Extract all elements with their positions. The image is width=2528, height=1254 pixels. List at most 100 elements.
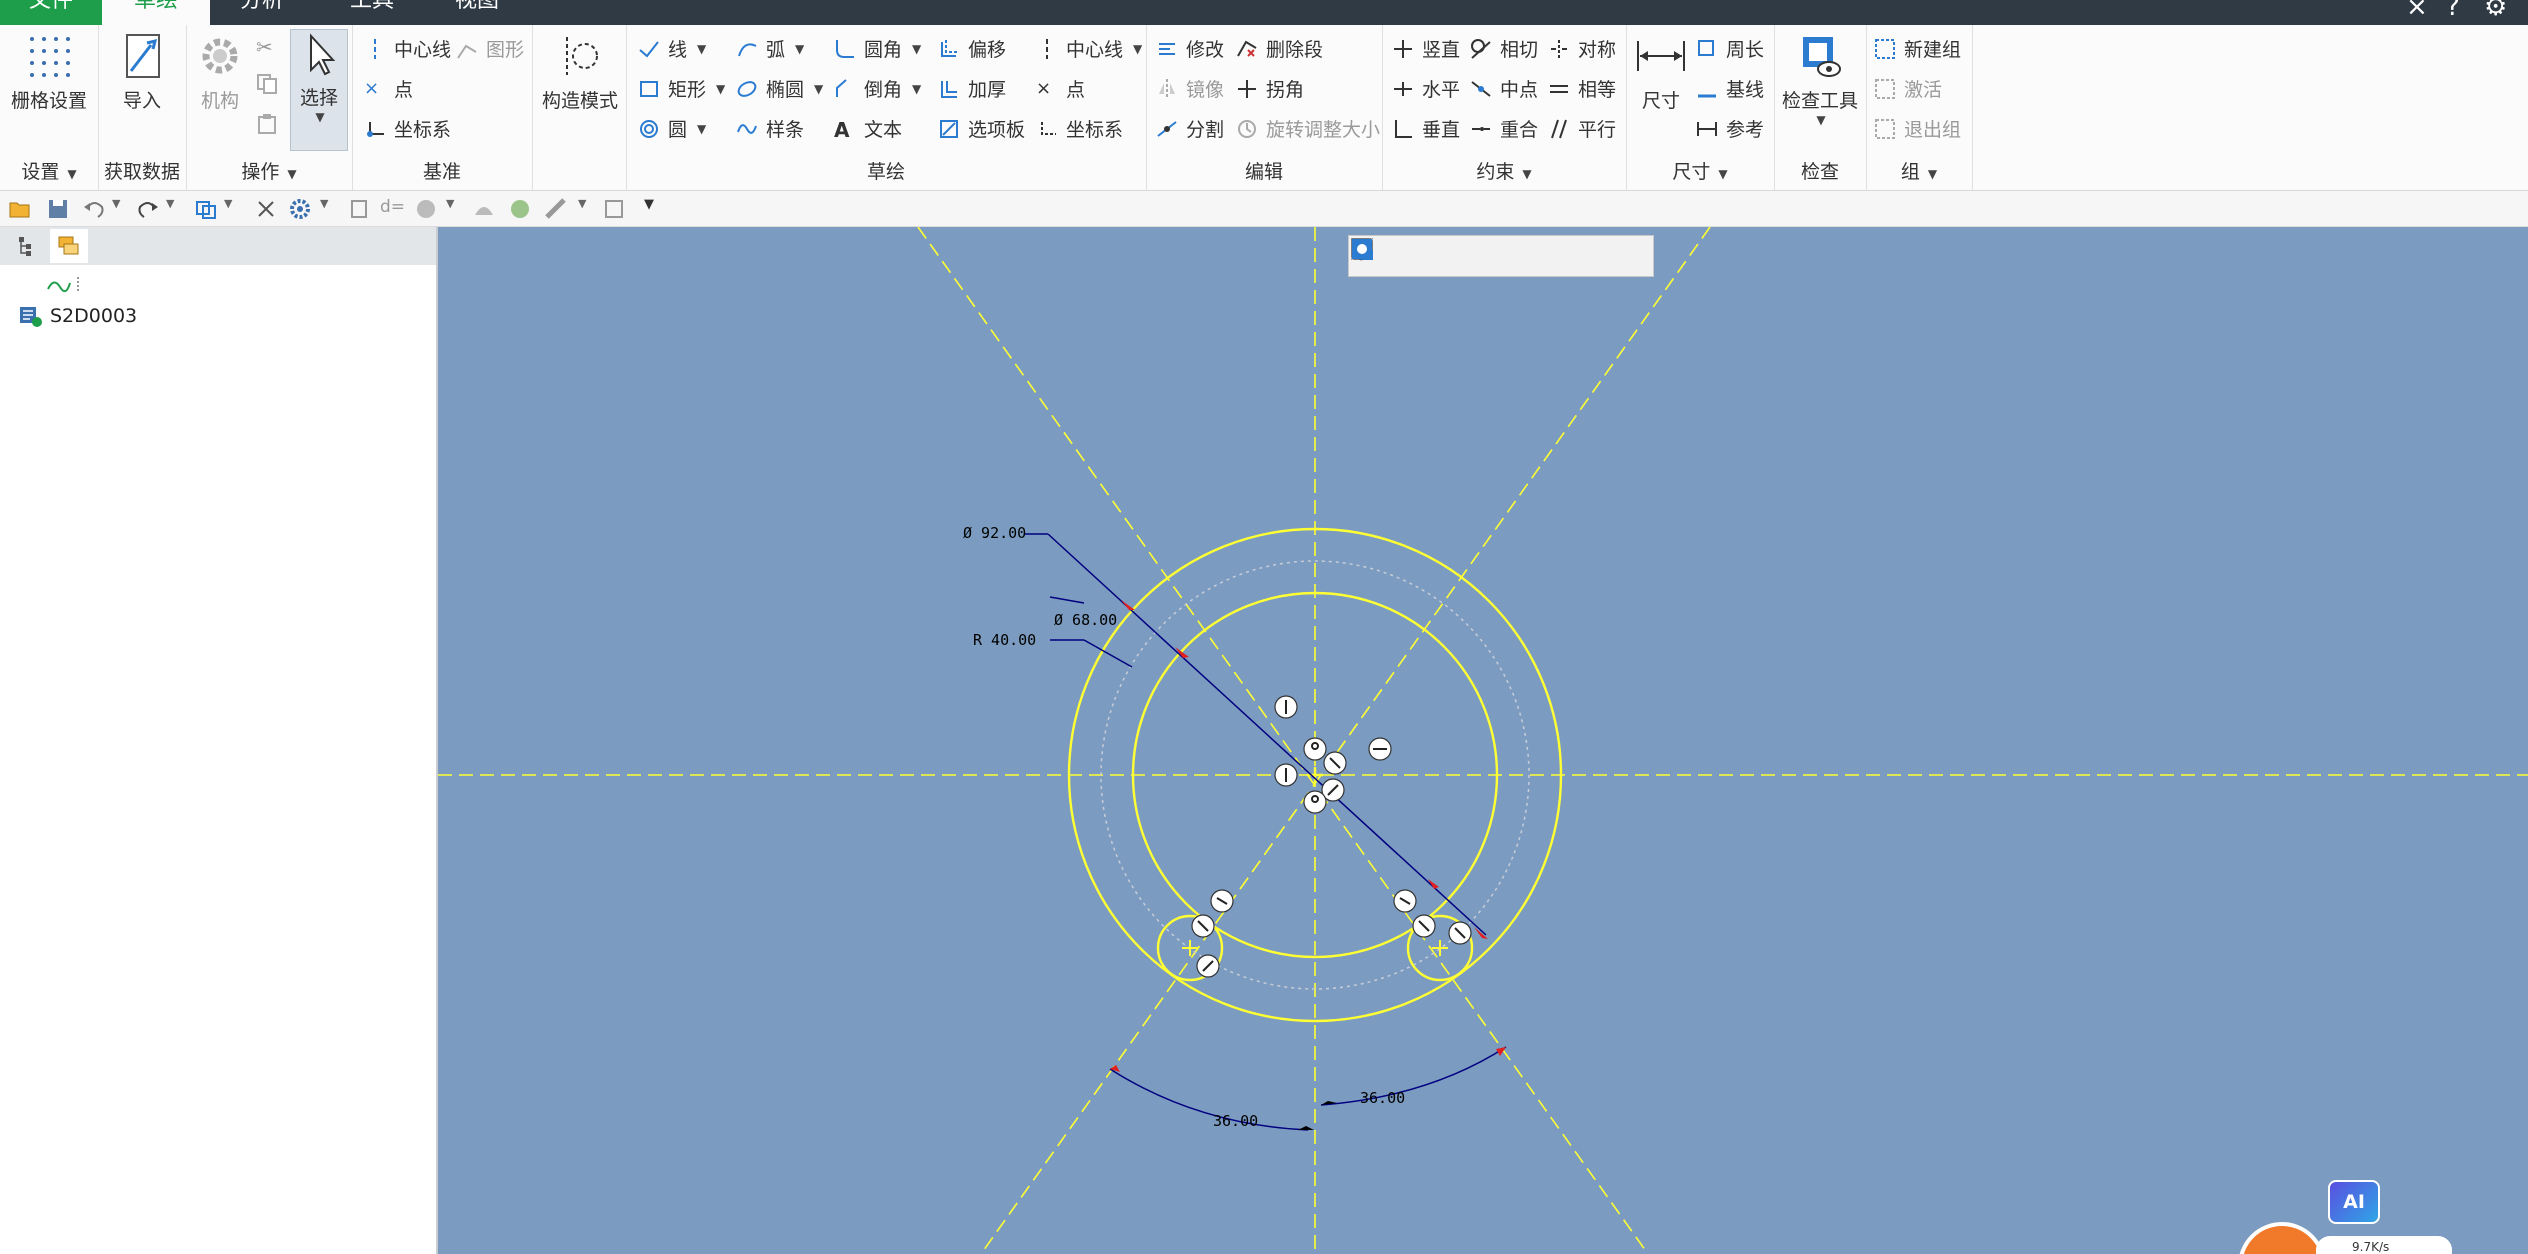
csys2-button[interactable]: 坐标系 [1036,115,1123,142]
mirror-button[interactable]: 镜像 [1156,75,1224,102]
coincident-button[interactable]: 重合 [1470,115,1538,142]
point-button[interactable]: × 点 [364,75,413,102]
spline-button[interactable]: 样条 [736,115,804,142]
undo-icon[interactable] [82,197,106,221]
display-filters-icon[interactable] [1349,236,1375,262]
perpendicular-button[interactable]: 垂直 [1392,115,1460,142]
tangent-button[interactable]: 相切 [1470,35,1538,62]
relations-icon[interactable]: d= [380,197,405,221]
sketch-feature-icon[interactable] [44,273,84,297]
chevron-down-icon[interactable]: ▼ [446,197,470,221]
import-button[interactable]: 导入 [112,31,172,113]
parallel-button[interactable]: 平行 [1548,115,1616,142]
render-icon[interactable] [508,197,532,221]
angle-arc-left[interactable] [1109,1068,1309,1131]
symmetric-button[interactable]: 对称 [1548,35,1616,62]
open-icon[interactable] [8,197,32,221]
equal-button[interactable]: 相等 [1548,75,1616,102]
dim-angle-right[interactable]: 36.00 [1360,1089,1405,1107]
redo-icon[interactable] [136,197,160,221]
dimension-button[interactable]: 尺寸 [1632,31,1690,113]
horizontal-button[interactable]: 水平 [1392,75,1460,102]
chevron-down-icon[interactable]: ▼ [578,197,602,221]
diameter-leader[interactable] [1047,533,1487,936]
group-constrain-label[interactable]: 约束 ▼ [1382,157,1626,184]
new-group-button[interactable]: 新建组 [1874,35,1961,62]
dim-diameter-92[interactable]: Ø 92.00 [963,524,1026,542]
construction-mode-button[interactable]: 构造模式 [540,31,620,113]
customize-toolbar-icon[interactable]: ▼ [644,197,668,221]
select-button[interactable]: 选择 ▼ [290,29,348,151]
dim-diameter-68[interactable]: Ø 68.00 [1054,611,1117,629]
chevron-down-icon[interactable]: ▼ [320,197,344,221]
group-group-label[interactable]: 组 ▼ [1866,157,1972,184]
tab-tools[interactable]: 工具 [350,0,410,25]
centerline2-button[interactable]: 中心线 ▼ [1036,35,1142,62]
sphere-icon[interactable] [414,197,438,221]
group-setup-label[interactable]: 设置 ▼ [0,157,98,184]
geometry-button[interactable]: 图形 [456,35,524,62]
rotate-resize-button[interactable]: 旋转调整大小 [1236,115,1380,142]
paste-icon[interactable] [256,113,278,135]
chevron-down-icon[interactable]: ▼ [166,197,190,221]
arc-button[interactable]: 弧 ▼ [736,35,804,62]
ellipse-button[interactable]: 椭圆 ▼ [736,75,823,102]
sketch-drawing[interactable]: Ø 92.00 Ø 68.00 R 40.00 36.00 36.00 [438,227,2528,1254]
tree-item-s2d0003[interactable]: S2D0003 [18,303,137,329]
perimeter-button[interactable]: 周长 [1696,35,1764,62]
palette-button[interactable]: 选项板 [938,115,1025,142]
chamfer-button[interactable]: 倒角 ▼ [834,75,921,102]
graphics-window[interactable]: Ø 92.00 Ø 68.00 R 40.00 36.00 36.00 AI 9… [438,227,2528,1254]
measure-icon[interactable] [544,197,568,221]
layer-tree-tab[interactable] [50,229,88,263]
settings-icon[interactable] [288,197,312,221]
close-icon[interactable]: × [2406,0,2428,22]
corner-button[interactable]: 拐角 [1236,75,1304,102]
close-window-icon[interactable] [254,197,278,221]
cut-icon[interactable]: ✂ [256,35,278,59]
dim-radius-40[interactable]: R 40.00 [973,631,1036,649]
dim-angle-left[interactable]: 36.00 [1213,1112,1258,1130]
save-icon[interactable] [46,197,70,221]
centerline-button[interactable]: 中心线 [364,35,451,62]
tab-sketch[interactable]: 草绘 [102,0,210,25]
modify-button[interactable]: 修改 [1156,35,1224,62]
group-dimension-label[interactable]: 尺寸 ▼ [1626,157,1774,184]
tree-structure-icon[interactable] [16,235,38,257]
group-operations-label[interactable]: 操作 ▼ [186,157,352,184]
offset-button[interactable]: 偏移 [938,35,1006,62]
delete-segment-button[interactable]: 删除段 [1236,35,1323,62]
angle-arc-right[interactable] [1320,1046,1507,1106]
diagonal-centerline-left[interactable] [917,227,1649,1254]
divide-button[interactable]: 分割 [1156,115,1224,142]
thicken-button[interactable]: 加厚 [938,75,1006,102]
point2-button[interactable]: × 点 [1036,75,1085,102]
grid-settings-button[interactable]: 栅格设置 [6,31,92,113]
tab-view[interactable]: 视图 [455,0,515,25]
reference-button[interactable]: 参考 [1696,115,1764,142]
copy-icon[interactable] [256,73,278,95]
rectangle-button[interactable]: 矩形 ▼ [638,75,725,102]
tab-analysis[interactable]: 分析 [240,0,300,25]
inspect-tools-button[interactable]: 检查工具 ▼ [1778,31,1862,127]
mechanism-button[interactable]: 机构 [192,31,248,113]
ai-assistant-button[interactable]: AI [2328,1180,2380,1224]
vertical-button[interactable]: 竖直 [1392,35,1460,62]
diagonal-centerline-right[interactable] [980,227,1711,1254]
layer-icon[interactable] [348,197,372,221]
network-widget[interactable]: 9.7K/s [2238,1222,2528,1254]
chevron-down-icon[interactable]: ▼ [224,197,248,221]
midpoint-button[interactable]: 中点 [1470,75,1538,102]
activate-button[interactable]: 激活 [1874,75,1942,102]
baseline-button[interactable]: 基线 [1696,75,1764,102]
settings-icon[interactable]: ⚙ [2484,0,2507,22]
chevron-down-icon[interactable]: ▼ [112,197,136,221]
view-icon[interactable] [602,197,626,221]
appearance-icon[interactable] [472,197,496,221]
text-button[interactable]: A 文本 [834,115,902,142]
tab-file[interactable]: 文件 [0,0,102,25]
regenerate-icon[interactable] [194,197,218,221]
line-button[interactable]: 线 ▼ [638,35,706,62]
circle-button[interactable]: 圆 ▼ [638,115,706,142]
exit-group-button[interactable]: 退出组 [1874,115,1961,142]
